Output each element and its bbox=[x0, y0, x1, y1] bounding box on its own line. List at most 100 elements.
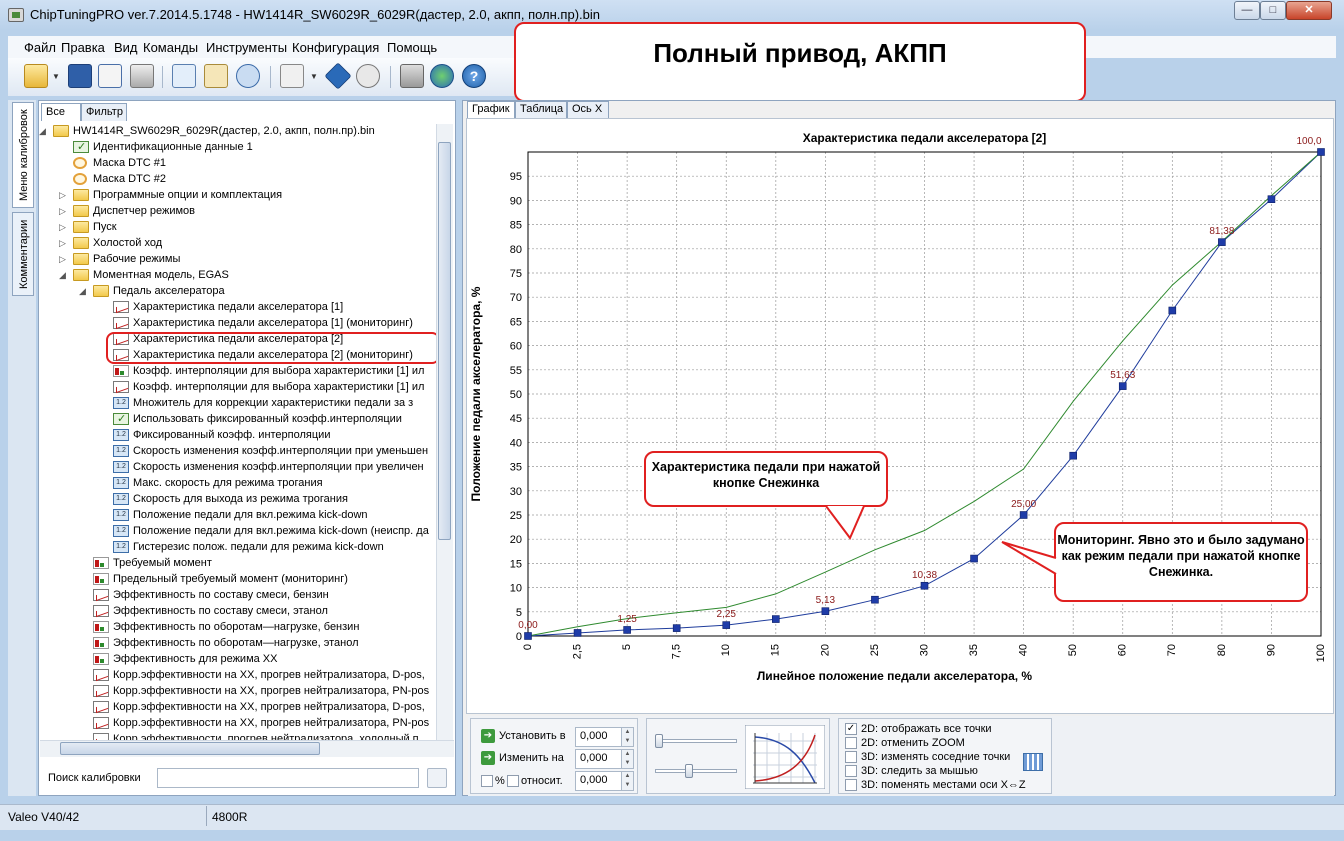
tree-horizontal-scroll-thumb[interactable] bbox=[60, 742, 320, 755]
expand-icon[interactable]: ▷ bbox=[59, 235, 69, 251]
status-hw: 4800R bbox=[212, 810, 248, 824]
curve-preview-icon[interactable] bbox=[745, 725, 825, 789]
tab-chart[interactable]: График bbox=[467, 101, 515, 118]
tree-item-label: Корр.эффективности на XX, прогрев нейтра… bbox=[113, 669, 425, 681]
percent-checkbox[interactable] bbox=[481, 775, 493, 787]
tree-item-label: Фиксированный коэфф. интерполяции bbox=[133, 429, 331, 441]
tab-all[interactable]: Все bbox=[41, 103, 81, 121]
collapse-icon[interactable]: ◢ bbox=[39, 123, 49, 139]
search-icon[interactable] bbox=[427, 768, 447, 788]
tree-item-label: Корр.эффективности на XX, прогрев нейтра… bbox=[113, 701, 425, 713]
menu-view[interactable]: Вид bbox=[114, 40, 138, 55]
tab-calibration-menu-label: Меню калибровок bbox=[18, 109, 30, 201]
tree-item-label: Эффективность по оборотам—нагрузке, этан… bbox=[113, 637, 359, 649]
tools-icon[interactable] bbox=[400, 64, 424, 88]
map-icon bbox=[93, 701, 109, 713]
expand-icon[interactable]: ▷ bbox=[59, 203, 69, 219]
menu-file[interactable]: Файл bbox=[24, 40, 56, 55]
folder-icon bbox=[73, 205, 89, 217]
value-icon: 1.2 bbox=[113, 429, 129, 441]
tree-vertical-scroll-thumb[interactable] bbox=[438, 142, 451, 540]
checkbox-param-icon bbox=[113, 411, 129, 427]
value-icon: 1.2 bbox=[113, 493, 129, 505]
tree-item-label: Корр.эффективности на XX, прогрев нейтра… bbox=[113, 685, 430, 697]
curve-icon bbox=[93, 653, 109, 665]
map-icon bbox=[93, 717, 109, 729]
slider-track-2[interactable] bbox=[655, 769, 737, 773]
window-title: ChipTuningPRO ver.7.2014.5.1748 - HW1414… bbox=[30, 7, 600, 22]
edit-icon[interactable] bbox=[98, 64, 122, 88]
curve-icon bbox=[113, 365, 129, 377]
search-input[interactable] bbox=[157, 768, 419, 788]
options-group: ✓ 2D: отображать все точки 2D: отменить ZO… bbox=[838, 718, 1052, 794]
map-icon bbox=[93, 685, 109, 697]
option-checkbox[interactable]: ✓ bbox=[845, 723, 857, 735]
grid-table-icon[interactable] bbox=[1023, 753, 1043, 771]
menu-commands[interactable]: Команды bbox=[143, 40, 198, 55]
map-icon bbox=[113, 317, 129, 329]
slider-thumb-1[interactable] bbox=[655, 734, 663, 748]
curve-icon bbox=[93, 621, 109, 633]
tree-item-label: Идентификационные данные 1 bbox=[93, 141, 253, 153]
slider-track-1[interactable] bbox=[655, 739, 737, 743]
save-icon[interactable] bbox=[68, 64, 92, 88]
menu-config[interactable]: Конфигурация bbox=[292, 40, 379, 55]
change-value-spinner[interactable]: ▲ ▼ bbox=[621, 749, 634, 769]
menu-edit[interactable]: Правка bbox=[61, 40, 105, 55]
open-dropdown-icon[interactable]: ▼ bbox=[52, 72, 60, 81]
minimize-button[interactable]: — bbox=[1234, 1, 1260, 20]
folder-icon bbox=[73, 221, 89, 233]
paste-icon[interactable] bbox=[204, 64, 228, 88]
tree-item-label: Характеристика педали акселератора [1] bbox=[133, 301, 344, 313]
set-value-label: Установить в bbox=[499, 730, 566, 742]
tab-calibration-menu[interactable]: Меню калибровок bbox=[12, 102, 34, 208]
calibration-tree-panel: Все Фильтр ◢ HW1414R_SW6029R_6029R(дастер… bbox=[38, 100, 456, 796]
percent-label: % bbox=[495, 775, 505, 787]
relative-checkbox[interactable] bbox=[507, 775, 519, 787]
info-icon[interactable] bbox=[324, 62, 352, 90]
value-edit-group: ➔ Установить в 0,000 ▲ ▼ ➔ Изменить на 0,… bbox=[470, 718, 638, 794]
collapse-icon[interactable]: ◢ bbox=[79, 283, 89, 299]
edit-controls: ➔ Установить в 0,000 ▲ ▼ ➔ Изменить на 0,… bbox=[468, 716, 1334, 796]
maximize-button[interactable]: □ bbox=[1260, 1, 1286, 20]
annotation-callout-main: Полный привод, АКПП bbox=[514, 22, 1086, 102]
tab-table[interactable]: Таблица bbox=[515, 101, 567, 118]
tree-item-label: Скорость изменения коэфф.интерполяции пр… bbox=[133, 445, 429, 457]
relative-value-spinner[interactable]: ▲ ▼ bbox=[621, 771, 634, 791]
option-label: 2D: отображать все точки bbox=[861, 723, 992, 735]
copy-icon[interactable] bbox=[172, 64, 196, 88]
tab-filter[interactable]: Фильтр bbox=[81, 103, 127, 121]
expand-icon[interactable]: ▷ bbox=[59, 219, 69, 235]
option-checkbox[interactable] bbox=[845, 737, 857, 749]
tab-comments-label: Комментарии bbox=[18, 219, 30, 289]
expand-icon[interactable]: ▷ bbox=[59, 251, 69, 267]
close-button[interactable]: ✕ bbox=[1286, 1, 1332, 20]
curve-icon bbox=[93, 637, 109, 649]
print-icon[interactable] bbox=[130, 64, 154, 88]
expand-icon[interactable]: ▷ bbox=[59, 187, 69, 203]
tree-item-label: Гистерезис полож. педали для режима kick… bbox=[133, 541, 384, 553]
tree-item-label: Корр.эффективности на XX, прогрев нейтра… bbox=[113, 717, 430, 729]
calibration-tree: ◢ HW1414R_SW6029R_6029R(дастер, 2.0, акпп… bbox=[39, 123, 439, 841]
change-value-arrow-icon[interactable]: ➔ bbox=[481, 751, 495, 765]
compare-dropdown-icon[interactable]: ▼ bbox=[310, 72, 318, 81]
tree-item-label: Эффективность для режима XX bbox=[113, 653, 278, 665]
collapse-icon[interactable]: ◢ bbox=[59, 267, 69, 283]
option-checkbox[interactable] bbox=[845, 779, 857, 791]
value-icon: 1.2 bbox=[113, 397, 129, 409]
undo-icon[interactable] bbox=[236, 64, 260, 88]
help-icon[interactable]: ? bbox=[462, 64, 486, 88]
slider-thumb-2[interactable] bbox=[685, 764, 693, 778]
set-value-spinner[interactable]: ▲ ▼ bbox=[621, 727, 634, 747]
set-value-arrow-icon[interactable]: ➔ bbox=[481, 729, 495, 743]
tab-axis-x[interactable]: Ось X bbox=[567, 101, 609, 118]
checksum-icon[interactable] bbox=[356, 64, 380, 88]
option-checkbox[interactable] bbox=[845, 765, 857, 777]
option-checkbox[interactable] bbox=[845, 751, 857, 763]
web-icon[interactable] bbox=[430, 64, 454, 88]
menu-help[interactable]: Помощь bbox=[387, 40, 437, 55]
open-folder-icon[interactable] bbox=[24, 64, 48, 88]
tab-comments[interactable]: Комментарии bbox=[12, 212, 34, 296]
menu-tools[interactable]: Инструменты bbox=[206, 40, 287, 55]
compare-icon[interactable] bbox=[280, 64, 304, 88]
